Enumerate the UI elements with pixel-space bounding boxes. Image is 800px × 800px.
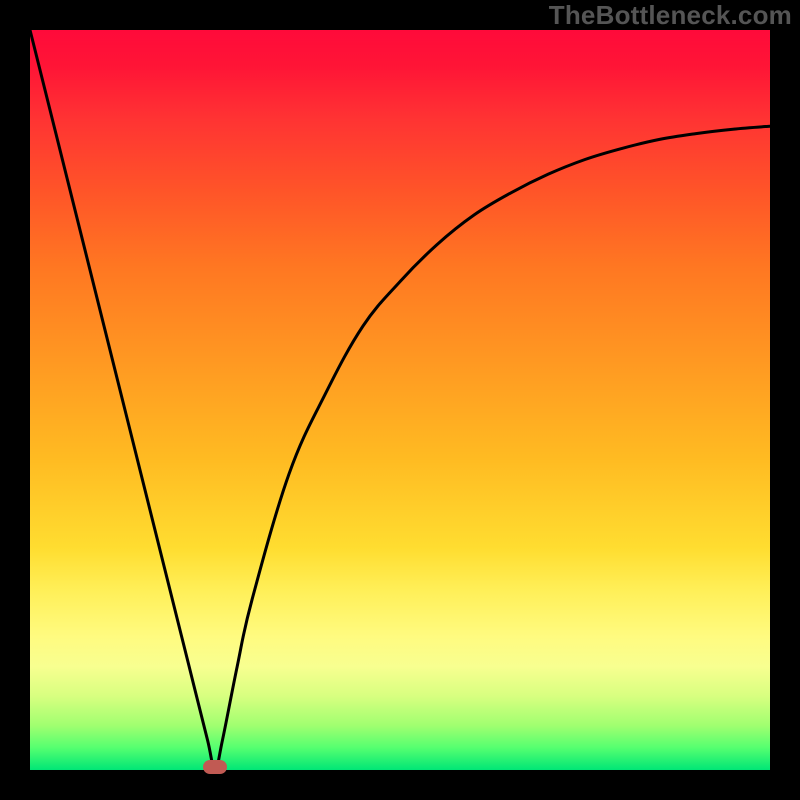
plot-area [30,30,770,770]
chart-frame: TheBottleneck.com [0,0,800,800]
curve-svg [30,30,770,770]
bottleneck-curve-path [30,30,770,770]
minimum-marker [203,760,227,774]
watermark-text: TheBottleneck.com [549,0,792,31]
